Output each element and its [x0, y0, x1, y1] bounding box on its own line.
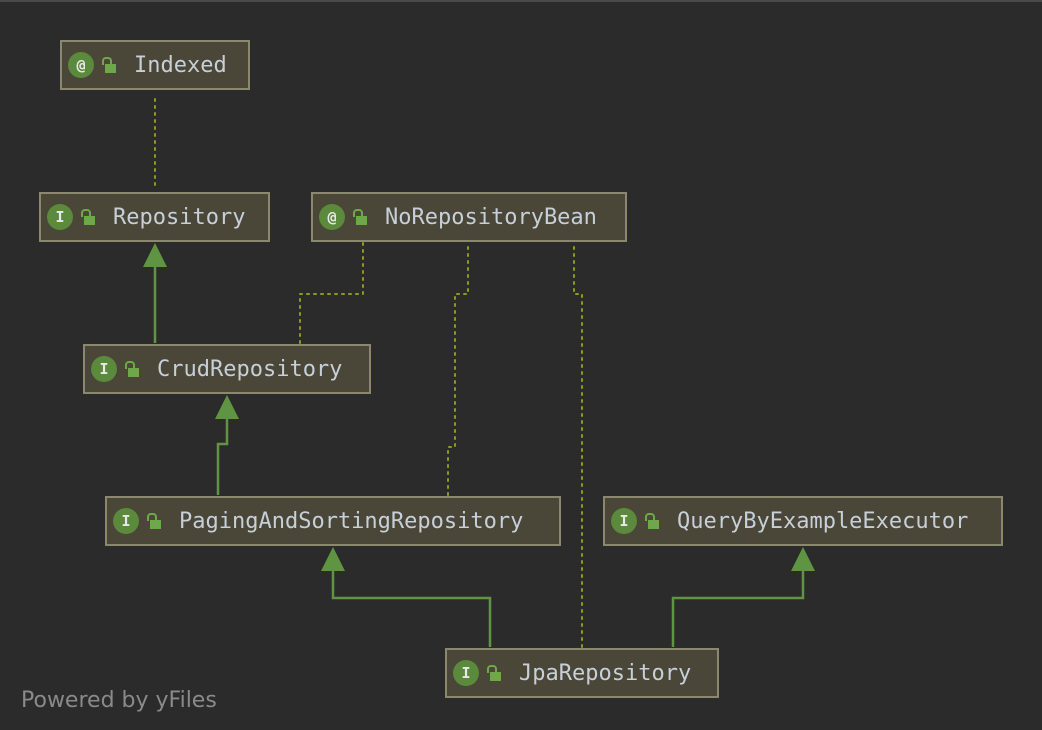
lock-open-icon [487, 664, 501, 682]
node-jparepository[interactable]: I JpaRepository [445, 648, 719, 698]
lock-open-icon [645, 512, 659, 530]
interface-icon: I [47, 204, 73, 230]
at-sign-icon: @ [319, 204, 345, 230]
node-norepositorybean-label: NoRepositoryBean [385, 204, 597, 230]
node-indexed[interactable]: @ Indexed [60, 40, 250, 90]
edge-jparepository-querybyexampleexecutor-arrowhead [791, 547, 815, 571]
edge-crudrepository-repository-arrowhead [143, 243, 167, 267]
interface-icon: I [453, 660, 479, 686]
node-pagingandsortingrepository-label: PagingAndSortingRepository [179, 508, 524, 534]
edge-jparepository-pagingandsortingrepository-arrowhead [321, 547, 345, 571]
edge-jparepository-norepositorybean [573, 242, 583, 648]
lock-open-icon [81, 208, 95, 226]
node-crudrepository-label: CrudRepository [157, 356, 343, 382]
diagram-canvas: @ Indexed I Repository @ NoRepositoryBea… [0, 0, 1042, 730]
edge-jparepository-pagingandsortingrepository [331, 568, 492, 647]
node-querybyexampleexecutor[interactable]: I QueryByExampleExecutor [603, 496, 1003, 546]
edge-pagingandsortingrepository-norepositorybean [447, 242, 469, 496]
node-repository[interactable]: I Repository [39, 192, 270, 242]
at-sign-icon: @ [68, 52, 94, 78]
lock-open-icon [125, 360, 139, 378]
edge-pagingandsortingrepository-crudrepository [216, 416, 229, 495]
node-querybyexampleexecutor-label: QueryByExampleExecutor [677, 508, 969, 534]
edge-pagingandsortingrepository-crudrepository-arrowhead [215, 395, 239, 419]
edge-jparepository-querybyexampleexecutor [671, 568, 805, 647]
node-indexed-label: Indexed [134, 52, 227, 78]
edge-crudrepository-norepositorybean [299, 242, 364, 344]
lock-open-icon [102, 56, 116, 74]
node-norepositorybean[interactable]: @ NoRepositoryBean [311, 192, 627, 242]
lock-open-icon [353, 208, 367, 226]
interface-icon: I [113, 508, 139, 534]
node-repository-label: Repository [113, 204, 246, 230]
node-pagingandsortingrepository[interactable]: I PagingAndSortingRepository [105, 496, 561, 546]
lock-open-icon [147, 512, 161, 530]
node-crudrepository[interactable]: I CrudRepository [83, 344, 371, 394]
interface-icon: I [611, 508, 637, 534]
powered-by-footer: Powered by yFiles [21, 688, 217, 713]
interface-icon: I [91, 356, 117, 382]
node-jparepository-label: JpaRepository [519, 660, 692, 686]
